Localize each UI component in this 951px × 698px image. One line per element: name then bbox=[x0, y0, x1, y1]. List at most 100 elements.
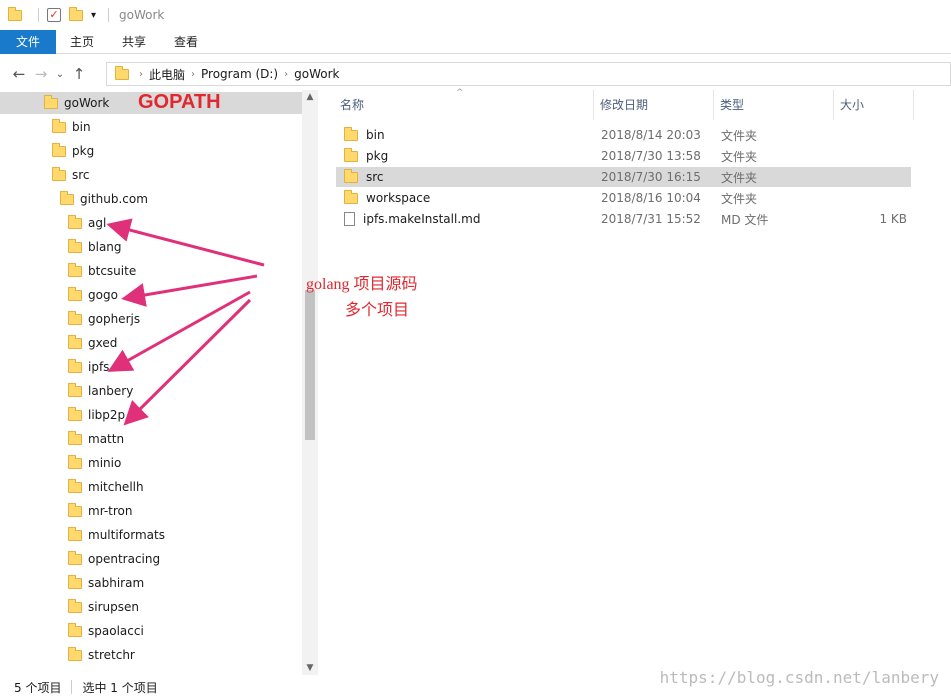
divider bbox=[71, 680, 73, 694]
folder-icon bbox=[68, 550, 82, 565]
annotation-line-2: 多个项目 bbox=[345, 302, 410, 319]
tree-item-libp2p[interactable]: libp2p bbox=[68, 404, 125, 426]
file-type: 文件夹 bbox=[721, 191, 758, 206]
tree-item-label: github.com bbox=[80, 192, 148, 206]
column-header-size[interactable]: 大小 bbox=[836, 90, 914, 120]
folder-icon bbox=[68, 574, 82, 589]
file-type: 文件夹 bbox=[721, 128, 758, 143]
properties-quick-access-icon[interactable]: ✓ bbox=[47, 8, 61, 22]
file-row-bin[interactable]: bin 2018/8/14 20:03 文件夹 bbox=[336, 125, 911, 145]
file-type: 文件夹 bbox=[721, 170, 758, 185]
tab-share[interactable]: 共享 bbox=[108, 30, 160, 54]
back-arrow-icon[interactable]: ← bbox=[8, 65, 30, 83]
folder-icon bbox=[52, 142, 66, 157]
forward-arrow-icon[interactable]: → bbox=[30, 65, 52, 83]
tree-item-label: opentracing bbox=[88, 552, 161, 566]
folder-icon bbox=[68, 334, 82, 349]
tree-item-gogo[interactable]: gogo bbox=[68, 284, 118, 306]
tree-item-mr-tron[interactable]: mr-tron bbox=[68, 500, 133, 522]
tree-item-github[interactable]: github.com bbox=[60, 188, 148, 210]
folder-icon bbox=[60, 190, 74, 205]
recent-locations-chevron-icon[interactable]: ⌄ bbox=[52, 69, 68, 80]
explorer-window: ✓ ▾ goWork 文件 主页 共享 查看 ← → ⌄ ↑ › 此电脑 › P… bbox=[0, 0, 951, 698]
tree-item-gxed[interactable]: gxed bbox=[68, 332, 117, 354]
new-folder-quick-access-icon[interactable] bbox=[69, 6, 83, 21]
folder-icon bbox=[68, 286, 82, 301]
tree-item-mattn[interactable]: mattn bbox=[68, 428, 124, 450]
address-bar[interactable]: › 此电脑 › Program (D:) › goWork bbox=[106, 62, 951, 86]
tree-item-src[interactable]: src bbox=[52, 164, 90, 186]
navigation-bar: ← → ⌄ ↑ › 此电脑 › Program (D:) › goWork bbox=[0, 60, 951, 88]
title-bar: ✓ ▾ goWork bbox=[0, 0, 951, 30]
tab-file[interactable]: 文件 bbox=[0, 30, 57, 54]
window-title: goWork bbox=[119, 8, 165, 22]
scroll-up-icon[interactable]: ▲ bbox=[302, 92, 318, 102]
file-row-src[interactable]: src 2018/7/30 16:15 文件夹 bbox=[336, 167, 911, 187]
tree-item-spaolacci[interactable]: spaolacci bbox=[68, 620, 144, 642]
file-name: bin bbox=[366, 128, 385, 142]
selected-count: 选中 1 个项目 bbox=[82, 680, 158, 695]
folder-icon bbox=[52, 166, 66, 181]
file-type: 文件夹 bbox=[721, 149, 758, 164]
tree-item-multiformats[interactable]: multiformats bbox=[68, 524, 165, 546]
tree-item-lanbery[interactable]: lanbery bbox=[68, 380, 133, 402]
chevron-right-icon[interactable]: › bbox=[139, 69, 143, 80]
file-date: 2018/7/30 13:58 bbox=[601, 149, 701, 163]
tree-item-ipfs[interactable]: ipfs bbox=[68, 356, 109, 378]
column-header-type[interactable]: 类型 bbox=[716, 90, 834, 120]
tree-item-label: ipfs bbox=[88, 360, 110, 374]
scrollbar-thumb[interactable] bbox=[305, 290, 315, 440]
folder-icon bbox=[115, 65, 129, 80]
tree-item-sirupsen[interactable]: sirupsen bbox=[68, 596, 139, 618]
column-header-date[interactable]: 修改日期 bbox=[596, 90, 714, 120]
folder-icon bbox=[68, 382, 82, 397]
folder-icon bbox=[344, 147, 358, 162]
up-arrow-icon[interactable]: ↑ bbox=[68, 65, 90, 83]
tree-item-blang[interactable]: blang bbox=[68, 236, 122, 258]
breadcrumb-this-pc[interactable]: 此电脑 bbox=[149, 66, 185, 83]
tree-item-label: sabhiram bbox=[88, 576, 145, 590]
tree-item-pkg[interactable]: pkg bbox=[52, 140, 94, 162]
tree-item-sabhiram[interactable]: sabhiram bbox=[68, 572, 144, 594]
tab-home[interactable]: 主页 bbox=[56, 30, 108, 54]
file-row-ipfs-md[interactable]: ipfs.makeInstall.md 2018/7/31 15:52 MD 文… bbox=[336, 209, 911, 229]
tab-view[interactable]: 查看 bbox=[160, 30, 212, 54]
folder-icon bbox=[68, 478, 82, 493]
tree-item-opentracing[interactable]: opentracing bbox=[68, 548, 160, 570]
chevron-right-icon[interactable]: › bbox=[191, 69, 195, 80]
tree-item-agl[interactable]: agl bbox=[68, 212, 106, 234]
tree-item-label: libp2p bbox=[88, 408, 126, 422]
folder-icon bbox=[68, 454, 82, 469]
tree-item-bin[interactable]: bin bbox=[52, 116, 91, 138]
file-name: workspace bbox=[366, 191, 431, 205]
file-date: 2018/7/30 16:15 bbox=[601, 170, 701, 184]
file-icon bbox=[344, 212, 355, 226]
tree-item-btcsuite[interactable]: btcsuite bbox=[68, 260, 136, 282]
file-row-pkg[interactable]: pkg 2018/7/30 13:58 文件夹 bbox=[336, 146, 911, 166]
tree-item-label: blang bbox=[88, 240, 122, 254]
folder-icon bbox=[68, 622, 82, 637]
tree-item-stretchr[interactable]: stretchr bbox=[68, 644, 135, 666]
tree-item-minio[interactable]: minio bbox=[68, 452, 121, 474]
navigation-scrollbar[interactable]: ▲ ▼ bbox=[302, 90, 318, 675]
tree-item-label: goWork bbox=[64, 96, 110, 110]
tree-item-label: sirupsen bbox=[88, 600, 139, 614]
breadcrumb-drive[interactable]: Program (D:) bbox=[201, 67, 278, 81]
tree-item-mitchellh[interactable]: mitchellh bbox=[68, 476, 144, 498]
column-header-name[interactable]: 名称 bbox=[336, 90, 594, 120]
tree-item-label: gogo bbox=[88, 288, 118, 302]
folder-icon bbox=[68, 406, 82, 421]
folder-icon bbox=[68, 238, 82, 253]
file-row-workspace[interactable]: workspace 2018/8/16 10:04 文件夹 bbox=[336, 188, 911, 208]
tree-item-label: lanbery bbox=[88, 384, 134, 398]
file-date: 2018/8/14 20:03 bbox=[601, 128, 701, 142]
breadcrumb-gowork[interactable]: goWork bbox=[294, 67, 339, 81]
tree-item-label: bin bbox=[72, 120, 91, 134]
chevron-right-icon[interactable]: › bbox=[284, 69, 288, 80]
scroll-down-icon[interactable]: ▼ bbox=[302, 663, 318, 673]
tree-item-gopherjs[interactable]: gopherjs bbox=[68, 308, 140, 330]
gopath-annotation: GOPATH bbox=[138, 91, 221, 113]
tree-item-label: agl bbox=[88, 216, 107, 230]
file-size: 1 KB bbox=[879, 212, 907, 226]
customize-quick-access-dropdown-icon[interactable]: ▾ bbox=[91, 10, 96, 21]
